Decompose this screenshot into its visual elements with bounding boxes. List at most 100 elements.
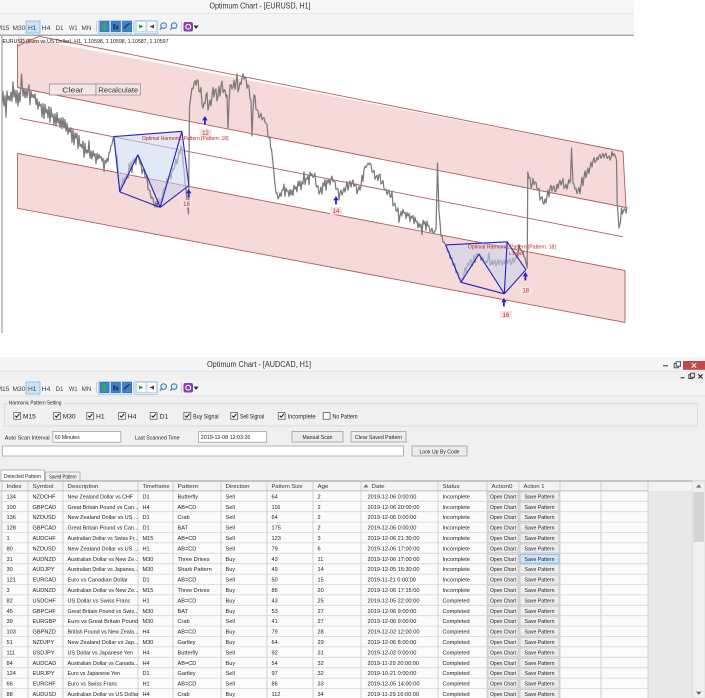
svg-text:New Zealand Dollar vs US ...: New Zealand Dollar vs US ... — [68, 546, 139, 552]
svg-text:Crab: Crab — [178, 692, 190, 698]
svg-text:Recalculate: Recalculate — [98, 85, 138, 94]
svg-text:2019-12-06 20:00:00: 2019-12-06 20:00:00 — [368, 505, 420, 511]
svg-text:100: 100 — [7, 505, 16, 511]
svg-text:US Dollar vs Swiss Franc: US Dollar vs Swiss Franc — [68, 598, 131, 604]
svg-text:Australian Dollar vs Canada...: Australian Dollar vs Canada... — [68, 661, 139, 667]
svg-text:H4: H4 — [143, 692, 150, 698]
svg-text:Direction: Direction — [226, 484, 250, 490]
svg-text:AUDCAD: AUDCAD — [33, 661, 57, 667]
svg-text:Save Pattern: Save Pattern — [525, 578, 555, 584]
svg-text:Open Chart: Open Chart — [490, 598, 516, 604]
svg-text:Date: Date — [372, 484, 385, 490]
svg-text:EURCHF: EURCHF — [33, 682, 57, 688]
svg-text:D1: D1 — [143, 494, 150, 500]
svg-text:D1: D1 — [159, 414, 169, 420]
svg-text:Pattern Size: Pattern Size — [272, 484, 303, 490]
svg-text:Save Pattern: Save Pattern — [525, 505, 555, 511]
svg-text:GBPCAD: GBPCAD — [33, 526, 57, 532]
svg-text:M30: M30 — [143, 640, 154, 646]
svg-text:NZDCHF: NZDCHF — [33, 494, 57, 500]
svg-text:2019-12-05 15:30:00: 2019-12-05 15:30:00 — [368, 567, 420, 573]
svg-text:M30: M30 — [13, 386, 27, 393]
svg-text:2019-12-06 0:00:00: 2019-12-06 0:00:00 — [368, 526, 417, 532]
svg-text:14: 14 — [333, 209, 340, 215]
svg-text:31: 31 — [7, 557, 13, 563]
svg-text:1: 1 — [7, 536, 10, 542]
svg-text:Gartley: Gartley — [178, 671, 196, 677]
svg-text:Australian Dollar vs US Dollar: Australian Dollar vs US Dollar — [68, 692, 139, 698]
svg-text:128: 128 — [7, 526, 16, 532]
svg-text:Open Chart: Open Chart — [490, 536, 516, 542]
svg-text:103: 103 — [7, 630, 16, 636]
svg-text:AB=CD: AB=CD — [178, 630, 197, 636]
svg-text:Sell: Sell — [226, 494, 235, 500]
svg-text:43: 43 — [272, 557, 278, 563]
svg-text:Completed: Completed — [443, 682, 470, 688]
svg-text:Optimal Harmonic Pattern [Patt: Optimal Harmonic Pattern [Pattern: 18] — [142, 136, 229, 142]
svg-text:Open Chart: Open Chart — [490, 567, 516, 573]
svg-text:Description: Description — [68, 484, 99, 490]
svg-text:AUDNZD: AUDNZD — [33, 588, 56, 594]
svg-text:M15: M15 — [0, 25, 10, 32]
svg-text:Timeframe: Timeframe — [143, 484, 170, 490]
svg-text:2019-12-02 0:00:00: 2019-12-02 0:00:00 — [368, 650, 417, 656]
svg-text:Incomplete: Incomplete — [443, 588, 470, 594]
svg-text:Open Chart: Open Chart — [490, 557, 516, 563]
svg-text:Euro vs Great Britain Pound: Euro vs Great Britain Pound — [68, 619, 139, 625]
svg-text:Open Chart: Open Chart — [490, 619, 516, 625]
svg-text:Status: Status — [443, 484, 460, 490]
svg-text:45: 45 — [7, 609, 13, 615]
svg-text:Open Chart: Open Chart — [490, 578, 516, 584]
svg-text:86: 86 — [272, 588, 278, 594]
svg-text:121: 121 — [7, 578, 16, 584]
svg-text:41: 41 — [272, 619, 278, 625]
svg-text:Open Chart: Open Chart — [490, 650, 516, 656]
svg-text:Save Pattern: Save Pattern — [525, 692, 555, 698]
svg-text:3: 3 — [318, 536, 321, 542]
svg-text:Open Chart: Open Chart — [490, 661, 516, 667]
svg-text:No Pattern: No Pattern — [333, 414, 358, 420]
svg-text:British Pound vs New Zeala...: British Pound vs New Zeala... — [68, 630, 139, 636]
svg-text:111: 111 — [7, 650, 16, 656]
svg-text:Australian Dollar vs New Ze...: Australian Dollar vs New Ze... — [68, 557, 139, 563]
svg-text:D1: D1 — [143, 526, 150, 532]
svg-text:Action0: Action0 — [492, 484, 513, 490]
svg-text:2019-12-06 17:00:00: 2019-12-06 17:00:00 — [368, 546, 420, 552]
svg-text:AUDUSD: AUDUSD — [33, 692, 57, 698]
svg-text:Three Drives: Three Drives — [178, 557, 210, 563]
svg-text:124: 124 — [7, 671, 16, 677]
svg-text:66: 66 — [7, 682, 13, 688]
svg-text:Sell: Sell — [226, 650, 235, 656]
svg-text:25: 25 — [318, 598, 324, 604]
svg-text:AB=CD: AB=CD — [178, 682, 197, 688]
svg-text:Open Chart: Open Chart — [490, 609, 516, 615]
svg-text:Buy: Buy — [226, 557, 236, 563]
svg-text:GBPCAD: GBPCAD — [33, 505, 57, 511]
svg-text:Sell: Sell — [226, 515, 235, 521]
svg-text:2019-12-06 0:00:00: 2019-12-06 0:00:00 — [368, 494, 417, 500]
svg-text:30: 30 — [7, 567, 13, 573]
svg-text:AB=CD: AB=CD — [178, 536, 197, 542]
svg-text:88: 88 — [7, 692, 13, 698]
svg-text:Open Chart: Open Chart — [490, 630, 516, 636]
svg-text:31: 31 — [318, 650, 324, 656]
svg-text:2019-11-29 20:00:00: 2019-11-29 20:00:00 — [368, 661, 420, 667]
svg-text:80: 80 — [7, 546, 13, 552]
svg-text:H1: H1 — [96, 414, 105, 420]
svg-text:Incomplete: Incomplete — [443, 536, 470, 542]
svg-text:Open Chart: Open Chart — [490, 588, 516, 594]
svg-text:Crab: Crab — [178, 515, 190, 521]
svg-text:Incomplete: Incomplete — [443, 546, 470, 552]
svg-text:BAT: BAT — [178, 526, 189, 532]
svg-text:H1: H1 — [28, 386, 37, 393]
svg-text:EURGBP: EURGBP — [33, 619, 57, 625]
svg-text:Butterfly: Butterfly — [178, 494, 199, 500]
svg-text:Save Pattern: Save Pattern — [525, 598, 555, 604]
svg-text:M30: M30 — [143, 567, 154, 573]
svg-text:Sell Signal: Sell Signal — [240, 414, 264, 420]
svg-text:M30: M30 — [143, 609, 154, 615]
svg-text:Manual Scan: Manual Scan — [303, 435, 333, 441]
svg-text:32: 32 — [318, 661, 324, 667]
svg-text:16: 16 — [503, 313, 510, 319]
svg-text:H1: H1 — [28, 25, 37, 32]
